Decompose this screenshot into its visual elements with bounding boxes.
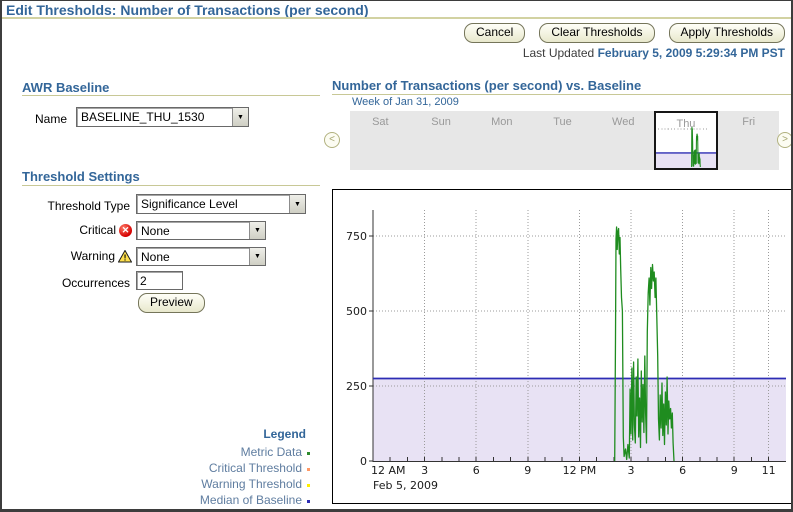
day-cell-thu-selected[interactable]: Thu [654, 111, 719, 170]
week-caption: Week of Jan 31, 2009 [352, 96, 459, 108]
dropdown-arrow-icon: ▼ [289, 195, 305, 213]
week-strip: Sat Sun Mon Tue Wed Thu Fri [350, 111, 779, 170]
legend-item: Warning Threshold [142, 476, 310, 492]
baseline-name-value: BASELINE_THU_1530 [77, 108, 232, 126]
metric-chart: 0 250 500 750 12 AM 3 6 9 12 PM 3 6 9 11 Feb 5, 2009 [332, 189, 793, 504]
apply-thresholds-button[interactable]: Apply Thresholds [669, 23, 786, 43]
mini-baseline-band [656, 153, 717, 168]
toolbar: Cancel Clear Thresholds Apply Thresholds [464, 23, 785, 43]
baseline-name-label: Name [35, 112, 67, 126]
warning-label-row: Warning ! [2, 249, 132, 263]
day-cell-sat[interactable]: Sat [350, 111, 411, 170]
chart-heading: Number of Transactions (per second) vs. … [332, 78, 641, 93]
critical-label-row: Critical ✕ [2, 223, 132, 237]
week-prev-button[interactable]: < [324, 132, 340, 148]
x-tick-label: 9 [731, 464, 738, 477]
legend-item: Critical Threshold [142, 460, 310, 476]
warning-select[interactable]: None ▼ [136, 247, 266, 266]
warning-value: None [137, 248, 249, 265]
title-divider [2, 17, 791, 19]
threshold-type-select[interactable]: Significance Level ▼ [136, 194, 306, 214]
legend-item-label: Critical Threshold [209, 460, 302, 476]
critical-select[interactable]: None ▼ [136, 221, 266, 240]
x-tick-label: 9 [524, 464, 531, 477]
y-tick-label: 0 [360, 455, 367, 468]
day-cell-wed[interactable]: Wed [593, 111, 654, 170]
legend-item-label: Metric Data [241, 444, 302, 460]
warning-triangle-icon: ! [118, 250, 132, 263]
page-title: Edit Thresholds: Number of Transactions … [6, 2, 369, 18]
median-baseline-swatch [307, 500, 310, 503]
chart-heading-divider [332, 94, 793, 95]
warning-label: Warning [71, 249, 115, 263]
metric-chart-svg: 0 250 500 750 12 AM 3 6 9 12 PM 3 6 9 11 Feb 5, 2009 [333, 190, 792, 503]
chart-legend: Legend Metric Data Critical Threshold Wa… [142, 427, 310, 508]
last-updated-label: Last Updated [523, 46, 594, 60]
metric-line [615, 227, 674, 461]
occurrences-input[interactable] [136, 271, 183, 290]
mini-metric-line [691, 127, 700, 167]
critical-error-icon: ✕ [119, 224, 132, 237]
x-tick-label: 3 [421, 464, 428, 477]
legend-item-label: Median of Baseline [200, 492, 302, 508]
dropdown-arrow-icon: ▼ [249, 248, 265, 265]
warning-threshold-swatch [307, 484, 310, 487]
baseline-name-select[interactable]: BASELINE_THU_1530 ▼ [76, 107, 249, 127]
y-tick-label: 250 [346, 380, 367, 393]
x-tick-label: 3 [628, 464, 635, 477]
dropdown-arrow-icon: ▼ [249, 222, 265, 239]
critical-threshold-swatch [307, 468, 310, 471]
threshold-type-value: Significance Level [137, 195, 289, 213]
x-tick-label: 6 [679, 464, 686, 477]
day-cell-fri[interactable]: Fri [718, 111, 779, 170]
critical-value: None [137, 222, 249, 239]
critical-label: Critical [79, 223, 116, 237]
preview-button[interactable]: Preview [138, 293, 205, 313]
week-next-button[interactable]: > [777, 132, 793, 148]
day-cell-tue[interactable]: Tue [532, 111, 593, 170]
chevron-left-icon: < [329, 134, 335, 145]
legend-item: Metric Data [142, 444, 310, 460]
x-tick-label: 6 [473, 464, 480, 477]
y-tick-label: 500 [346, 305, 367, 318]
x-tick-label: 12 AM [371, 464, 406, 477]
svg-text:!: ! [124, 252, 127, 262]
x-axis-date: Feb 5, 2009 [373, 479, 438, 492]
threshold-settings-divider [22, 185, 320, 186]
last-updated: Last Updated February 5, 2009 5:29:34 PM… [523, 46, 785, 60]
day-cell-sun[interactable]: Sun [411, 111, 472, 170]
edit-thresholds-page: Edit Thresholds: Number of Transactions … [0, 0, 793, 512]
awr-baseline-heading: AWR Baseline [22, 80, 109, 95]
legend-item-label: Warning Threshold [201, 476, 302, 492]
legend-heading: Legend [142, 427, 310, 441]
clear-thresholds-button[interactable]: Clear Thresholds [539, 23, 654, 43]
y-tick-label: 750 [346, 230, 367, 243]
awr-baseline-divider [22, 95, 320, 96]
chevron-right-icon: > [782, 134, 788, 145]
legend-item: Median of Baseline [142, 492, 310, 508]
x-tick-label: 12 PM [563, 464, 597, 477]
threshold-type-label: Threshold Type [2, 199, 130, 213]
dropdown-arrow-icon: ▼ [232, 108, 248, 126]
occurrences-label: Occurrences [2, 276, 130, 290]
day-cell-mon[interactable]: Mon [471, 111, 532, 170]
x-tick-label: 11 [762, 464, 776, 477]
last-updated-value: February 5, 2009 5:29:34 PM PST [598, 46, 785, 60]
metric-data-swatch [307, 452, 310, 455]
threshold-settings-heading: Threshold Settings [22, 169, 140, 184]
cancel-button[interactable]: Cancel [464, 23, 525, 43]
